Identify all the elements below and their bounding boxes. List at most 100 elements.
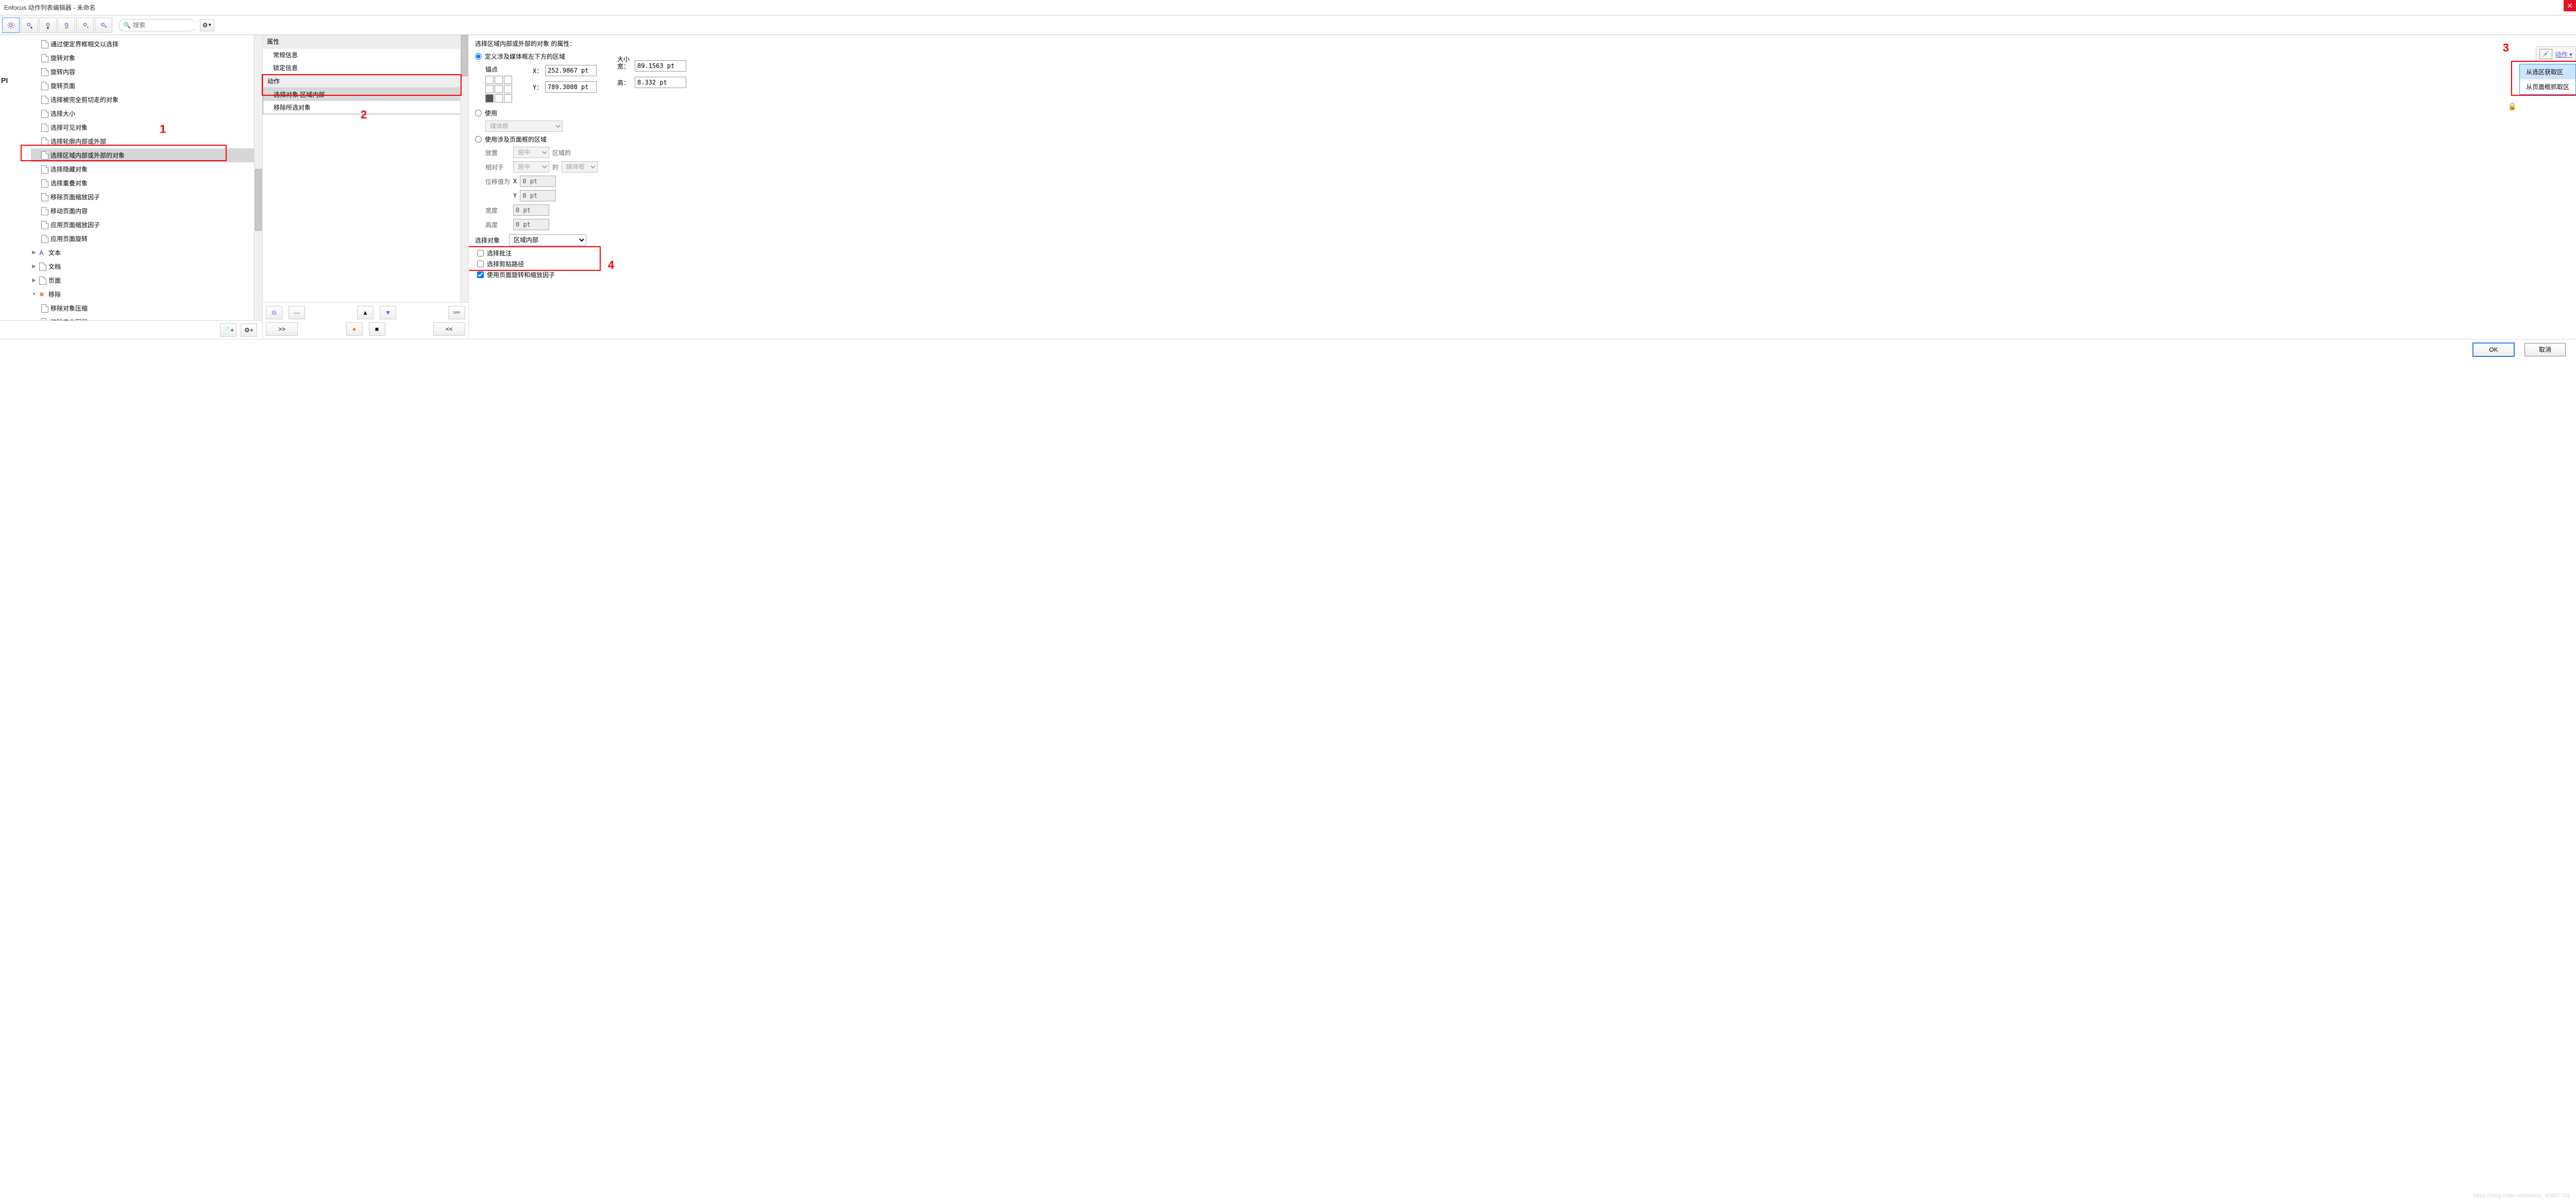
chk-rotation[interactable] (477, 271, 484, 278)
use-box-select: 媒体框 (485, 121, 563, 132)
anchor-tr[interactable] (504, 76, 512, 84)
action-item-label: 选择对象 区域内部 (274, 91, 325, 98)
chk-annotation-row[interactable]: 选择批注 (477, 249, 2570, 257)
record-button[interactable]: ● (346, 322, 363, 336)
toolbar-btn-1[interactable] (2, 18, 20, 33)
tree-item[interactable]: 选择被完全剪切走的对象 (31, 93, 262, 107)
move-up-button[interactable]: ▲ (357, 306, 374, 319)
action-item-remove-selected[interactable]: 移除所选对象 (263, 101, 468, 114)
collapse-icon[interactable]: ▾ (31, 291, 37, 297)
document-icon (41, 318, 48, 321)
tree-category-doc[interactable]: ▶文档 (31, 260, 262, 273)
menu-item-label: 从选区获取区 (2526, 67, 2563, 76)
toolbar-btn-2[interactable] (21, 18, 38, 33)
width-label: 宽： (617, 62, 632, 71)
radio-use-area[interactable]: 使用涉及页面框的区域 (475, 135, 2570, 144)
add-list-button[interactable]: 📄+ (220, 323, 236, 337)
tree-item[interactable]: 移除页面缩放因子 (31, 190, 262, 204)
anchor-bc[interactable] (495, 94, 503, 102)
tree-item[interactable]: 应用页面缩放因子 (31, 218, 262, 232)
menu-from-selection[interactable]: 从选区获取区 (2520, 64, 2575, 79)
add-action-button[interactable]: ⚙+ (241, 323, 257, 337)
area-width-label: 宽度 (485, 206, 510, 215)
chk-clip[interactable] (477, 261, 484, 267)
tree-item[interactable]: 旋转页面 (31, 79, 262, 93)
document-icon (41, 165, 48, 174)
height-label: 高： (617, 78, 632, 87)
anchor-tl[interactable] (485, 76, 494, 84)
height-input[interactable] (635, 77, 686, 88)
toolbar-settings-dropdown[interactable]: ⚙▼ (200, 19, 214, 31)
tree-category-page[interactable]: ▶页面 (31, 273, 262, 287)
prop-general[interactable]: 常规信息 (263, 48, 468, 61)
mid-scrollbar[interactable] (460, 35, 468, 302)
chk-clip-row[interactable]: 选择剪贴路径 (477, 260, 2570, 268)
expand-icon[interactable]: ▶ (31, 264, 37, 269)
tree-item[interactable]: 旋转内容 (31, 65, 262, 79)
anchor-bl[interactable] (485, 94, 494, 102)
remove-button[interactable]: — (289, 306, 305, 319)
copy-button[interactable]: ⧉ (266, 306, 282, 319)
cancel-button[interactable]: 取消 (2524, 343, 2566, 356)
move-down-button[interactable]: ▼ (380, 306, 396, 319)
menu-from-pagebox[interactable]: 从页面框抓取区 (2520, 79, 2575, 94)
eyedropper-icon[interactable]: 💉 (2539, 49, 2552, 59)
tree-item[interactable]: 通过使定界框相交以选择 (31, 37, 262, 51)
anchor-ml[interactable] (485, 85, 494, 93)
toolbar-btn-4[interactable] (58, 18, 75, 33)
close-button[interactable]: ✕ (2564, 0, 2576, 11)
tree-item[interactable]: 选择轮廓内部或外部 (31, 134, 262, 148)
next-button[interactable]: >> (266, 322, 298, 336)
tree-item[interactable]: 选择大小 (31, 107, 262, 121)
anchor-mc[interactable] (495, 85, 503, 93)
radio-define-input[interactable] (475, 53, 482, 60)
anchor-mr[interactable] (504, 85, 512, 93)
x-row: X： (533, 65, 597, 76)
tree-item[interactable]: 应用页面旋转 (31, 232, 262, 246)
radio-use-area-input[interactable] (475, 136, 482, 143)
radio-use[interactable]: 使用 (475, 109, 2570, 117)
expand-icon[interactable]: ▶ (31, 278, 37, 283)
action-link[interactable]: 动作 ▾ (2555, 50, 2572, 59)
tree-item[interactable]: 移动页面内容 (31, 204, 262, 218)
select-object-dropdown[interactable]: 区域内部 (509, 234, 586, 246)
expand-icon[interactable]: ▶ (31, 250, 37, 255)
tree-item-label: 旋转页面 (50, 81, 75, 90)
gear-plus-icon (81, 21, 89, 29)
tree-item[interactable]: 选择重叠对象 (31, 176, 262, 190)
tree-item[interactable]: 选择隐藏对象 (31, 162, 262, 176)
tree-item[interactable]: 移除空白图层 (31, 315, 262, 320)
tree-item[interactable]: 旋转对象 (31, 51, 262, 65)
x-input[interactable] (545, 65, 597, 76)
toolbar-btn-3[interactable] (39, 18, 57, 33)
offset-y-input (520, 190, 556, 201)
glasses-button[interactable]: 👓 (448, 306, 465, 319)
scroll-thumb[interactable] (461, 35, 468, 76)
stop-button[interactable]: ■ (369, 322, 385, 336)
ok-button[interactable]: OK (2473, 343, 2514, 356)
tree-scrollbar[interactable] (254, 35, 262, 320)
chk-annotation-label: 选择批注 (487, 249, 512, 257)
prop-lock[interactable]: 锁定信息 (263, 61, 468, 74)
chk-annotation[interactable] (477, 250, 484, 256)
radio-use-input[interactable] (475, 110, 482, 116)
action-item-select-region[interactable]: 选择对象 区域内部 (263, 88, 468, 101)
y-input[interactable] (545, 81, 597, 93)
tree-item[interactable]: 选择可见对象 (31, 121, 262, 134)
width-input[interactable] (635, 60, 686, 72)
prev-button[interactable]: << (433, 322, 465, 336)
right-pane: 选择区域内部或外部的对象 的属性： 定义涉及媒体框左下方的区域 锚点 (469, 35, 2576, 339)
tree-category-text[interactable]: ▶A文本 (31, 246, 262, 260)
scroll-thumb[interactable] (255, 169, 262, 231)
chk-rotation-row[interactable]: 使用页面旋转和缩放因子 (477, 270, 2570, 279)
gear-plus-icon: ⚙+ (244, 327, 253, 334)
up-icon: ▲ (362, 309, 368, 316)
toolbar-btn-5[interactable] (76, 18, 94, 33)
tree-category-remove[interactable]: ▾✖移除 (31, 287, 262, 301)
radio-define-area[interactable]: 定义涉及媒体框左下方的区域 (475, 52, 2570, 61)
tree-item[interactable]: 移除对象压缩 (31, 301, 262, 315)
anchor-br[interactable] (504, 94, 512, 102)
anchor-tc[interactable] (495, 76, 503, 84)
tree-item-selected[interactable]: 选择区域内部或外部的对象 (31, 148, 262, 162)
toolbar-btn-6[interactable] (95, 18, 112, 33)
